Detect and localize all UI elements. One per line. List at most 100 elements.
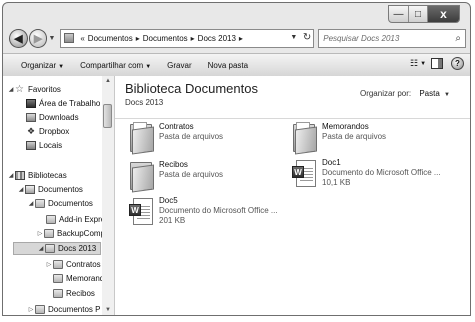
- nav-downloads[interactable]: Downloads: [26, 111, 79, 124]
- breadcrumb-separator-icon[interactable]: ▸: [136, 34, 140, 43]
- forward-button[interactable]: ▶: [28, 28, 48, 48]
- nav-scrollbar[interactable]: ▲ ▼: [102, 76, 115, 315]
- collapse-triangle-icon[interactable]: ▷: [27, 306, 35, 313]
- nav-dropbox[interactable]: ❖ Dropbox: [26, 125, 69, 138]
- new-folder-button[interactable]: Nova pasta: [200, 61, 256, 70]
- item-name: Recibos: [159, 160, 188, 169]
- breadcrumb-separator-icon[interactable]: ▸: [239, 34, 243, 43]
- item-name: Memorandos: [322, 122, 369, 131]
- chevron-down-icon: ▼: [58, 63, 65, 70]
- arrange-by[interactable]: Organizar por: Pasta ▼: [360, 89, 450, 98]
- libraries-icon: [15, 171, 25, 180]
- breadcrumb-documentos-2[interactable]: Documentos: [143, 34, 188, 43]
- address-row: ◀ ▶ ▼ « Documentos ▸ Documentos ▸ Docs 2…: [9, 27, 467, 49]
- nav-desktop[interactable]: Área de Trabalho: [26, 97, 100, 110]
- documents-library-icon: [25, 185, 35, 194]
- nav-libraries[interactable]: ◢ Bibliotecas: [7, 169, 67, 182]
- nav-places[interactable]: Locais: [26, 139, 62, 152]
- search-icon[interactable]: ⌕: [455, 33, 461, 44]
- nav-documentos-folder[interactable]: ◢ Documentos: [27, 197, 93, 210]
- expand-triangle-icon[interactable]: ◢: [7, 172, 15, 179]
- chevron-down-icon: ▼: [145, 63, 152, 70]
- folder-icon: [46, 215, 56, 224]
- item-type: Pasta de arquivos: [159, 170, 224, 179]
- folder-icon: [127, 160, 155, 193]
- breadcrumb-documentos-1[interactable]: Documentos: [88, 34, 133, 43]
- downloads-icon: [26, 113, 36, 122]
- address-bar[interactable]: « Documentos ▸ Documentos ▸ Docs 2013 ▸ …: [60, 28, 315, 48]
- file-item-contratos[interactable]: Contratos Pasta de arquivos: [127, 122, 224, 155]
- item-type: Documento do Microsoft Office ...: [159, 206, 278, 215]
- expand-triangle-icon[interactable]: ◢: [7, 86, 15, 93]
- item-size: 10,1 KB: [322, 178, 351, 187]
- file-item-doc1[interactable]: W Doc1 Documento do Microsoft Office ...…: [290, 158, 441, 190]
- nav-backup[interactable]: ▷ BackupComp: [36, 227, 102, 240]
- folder-icon: [44, 229, 54, 238]
- views-icon: ☷: [410, 58, 419, 68]
- scroll-up-icon[interactable]: ▲: [104, 78, 112, 84]
- address-dropdown-icon[interactable]: ▼: [290, 34, 297, 41]
- minimize-button[interactable]: —: [389, 6, 408, 22]
- folder-icon: [290, 122, 318, 155]
- library-title: Biblioteca Documentos: [125, 81, 258, 96]
- expand-triangle-icon[interactable]: ◢: [37, 245, 45, 252]
- scrollbar-thumb[interactable]: [103, 104, 112, 128]
- recent-pages-dropdown[interactable]: ▼: [48, 35, 56, 42]
- library-icon: [64, 33, 75, 43]
- file-item-memorandos[interactable]: Memorandos Pasta de arquivos: [290, 122, 387, 155]
- search-input[interactable]: Pesquisar Docs 2013 ⌕: [318, 28, 467, 48]
- overflow-chevron[interactable]: «: [80, 34, 84, 43]
- nav-addin[interactable]: Add-in Expre: [46, 213, 102, 226]
- burn-button[interactable]: Gravar: [159, 61, 199, 70]
- file-item-doc5[interactable]: W Doc5 Documento do Microsoft Office ...…: [127, 196, 278, 228]
- folder-icon: [53, 289, 63, 298]
- change-view-button[interactable]: ☷ ▼: [410, 58, 427, 70]
- item-type: Pasta de arquivos: [322, 132, 387, 141]
- folder-icon: [45, 244, 55, 253]
- scroll-down-icon[interactable]: ▼: [104, 307, 112, 313]
- item-name: Doc5: [159, 196, 178, 205]
- nav-favorites[interactable]: ◢ ☆ Favoritos: [7, 83, 61, 96]
- nav-recibos[interactable]: Recibos: [53, 287, 95, 300]
- expand-triangle-icon[interactable]: ◢: [17, 186, 25, 193]
- item-type: Pasta de arquivos: [159, 132, 224, 141]
- breadcrumb-docs-2013[interactable]: Docs 2013: [198, 34, 236, 43]
- explorer-window: — □ x ◀ ▶ ▼ « Documentos ▸ Documentos ▸ …: [2, 2, 471, 316]
- organize-menu[interactable]: Organizar ▼: [13, 61, 72, 70]
- collapse-triangle-icon[interactable]: ▷: [45, 261, 53, 268]
- navigation-pane: ◢ ☆ Favoritos Área de Trabalho Downloads…: [3, 76, 103, 315]
- arrow-left-icon: ◀: [14, 32, 23, 45]
- search-placeholder: Pesquisar Docs 2013: [323, 33, 400, 43]
- file-list: Biblioteca Documentos Docs 2013 Organiza…: [115, 76, 470, 315]
- help-icon[interactable]: ?: [451, 57, 464, 70]
- breadcrumb-separator-icon[interactable]: ▸: [191, 34, 195, 43]
- nav-documentos-publicos[interactable]: ▷ Documentos P: [27, 303, 100, 315]
- arrange-value[interactable]: Pasta: [419, 89, 439, 98]
- nav-memorandos[interactable]: Memorando: [53, 272, 102, 285]
- word-document-icon: W: [290, 158, 318, 190]
- file-item-recibos[interactable]: Recibos Pasta de arquivos: [127, 160, 224, 193]
- nav-documentos-library[interactable]: ◢ Documentos: [17, 183, 83, 196]
- arrange-label: Organizar por:: [359, 89, 412, 98]
- nav-docs-2013[interactable]: ◢ Docs 2013: [13, 242, 101, 255]
- folder-icon: [35, 199, 45, 208]
- arrow-right-icon: ▶: [33, 32, 43, 45]
- item-type: Documento do Microsoft Office ...: [322, 168, 441, 177]
- chevron-down-icon: ▼: [420, 60, 427, 67]
- share-menu[interactable]: Compartilhar com ▼: [72, 61, 159, 70]
- collapse-triangle-icon[interactable]: ▷: [36, 230, 44, 237]
- preview-pane-icon[interactable]: [431, 58, 443, 69]
- maximize-button[interactable]: □: [408, 6, 427, 22]
- item-name: Contratos: [159, 122, 194, 131]
- back-button[interactable]: ◀: [9, 28, 28, 48]
- nav-contratos[interactable]: ▷ Contratos: [45, 258, 101, 271]
- item-name: Doc1: [322, 158, 341, 167]
- close-button[interactable]: x: [427, 6, 459, 22]
- refresh-icon[interactable]: ↻: [303, 32, 311, 43]
- expand-triangle-icon[interactable]: ◢: [27, 200, 35, 207]
- item-size: 201 KB: [159, 216, 186, 225]
- command-bar: Organizar ▼ Compartilhar com ▼ Gravar Nova…: [3, 53, 470, 77]
- folder-icon: [35, 305, 45, 314]
- star-icon: ☆: [15, 84, 24, 95]
- window-caption-buttons: — □ x: [388, 5, 460, 23]
